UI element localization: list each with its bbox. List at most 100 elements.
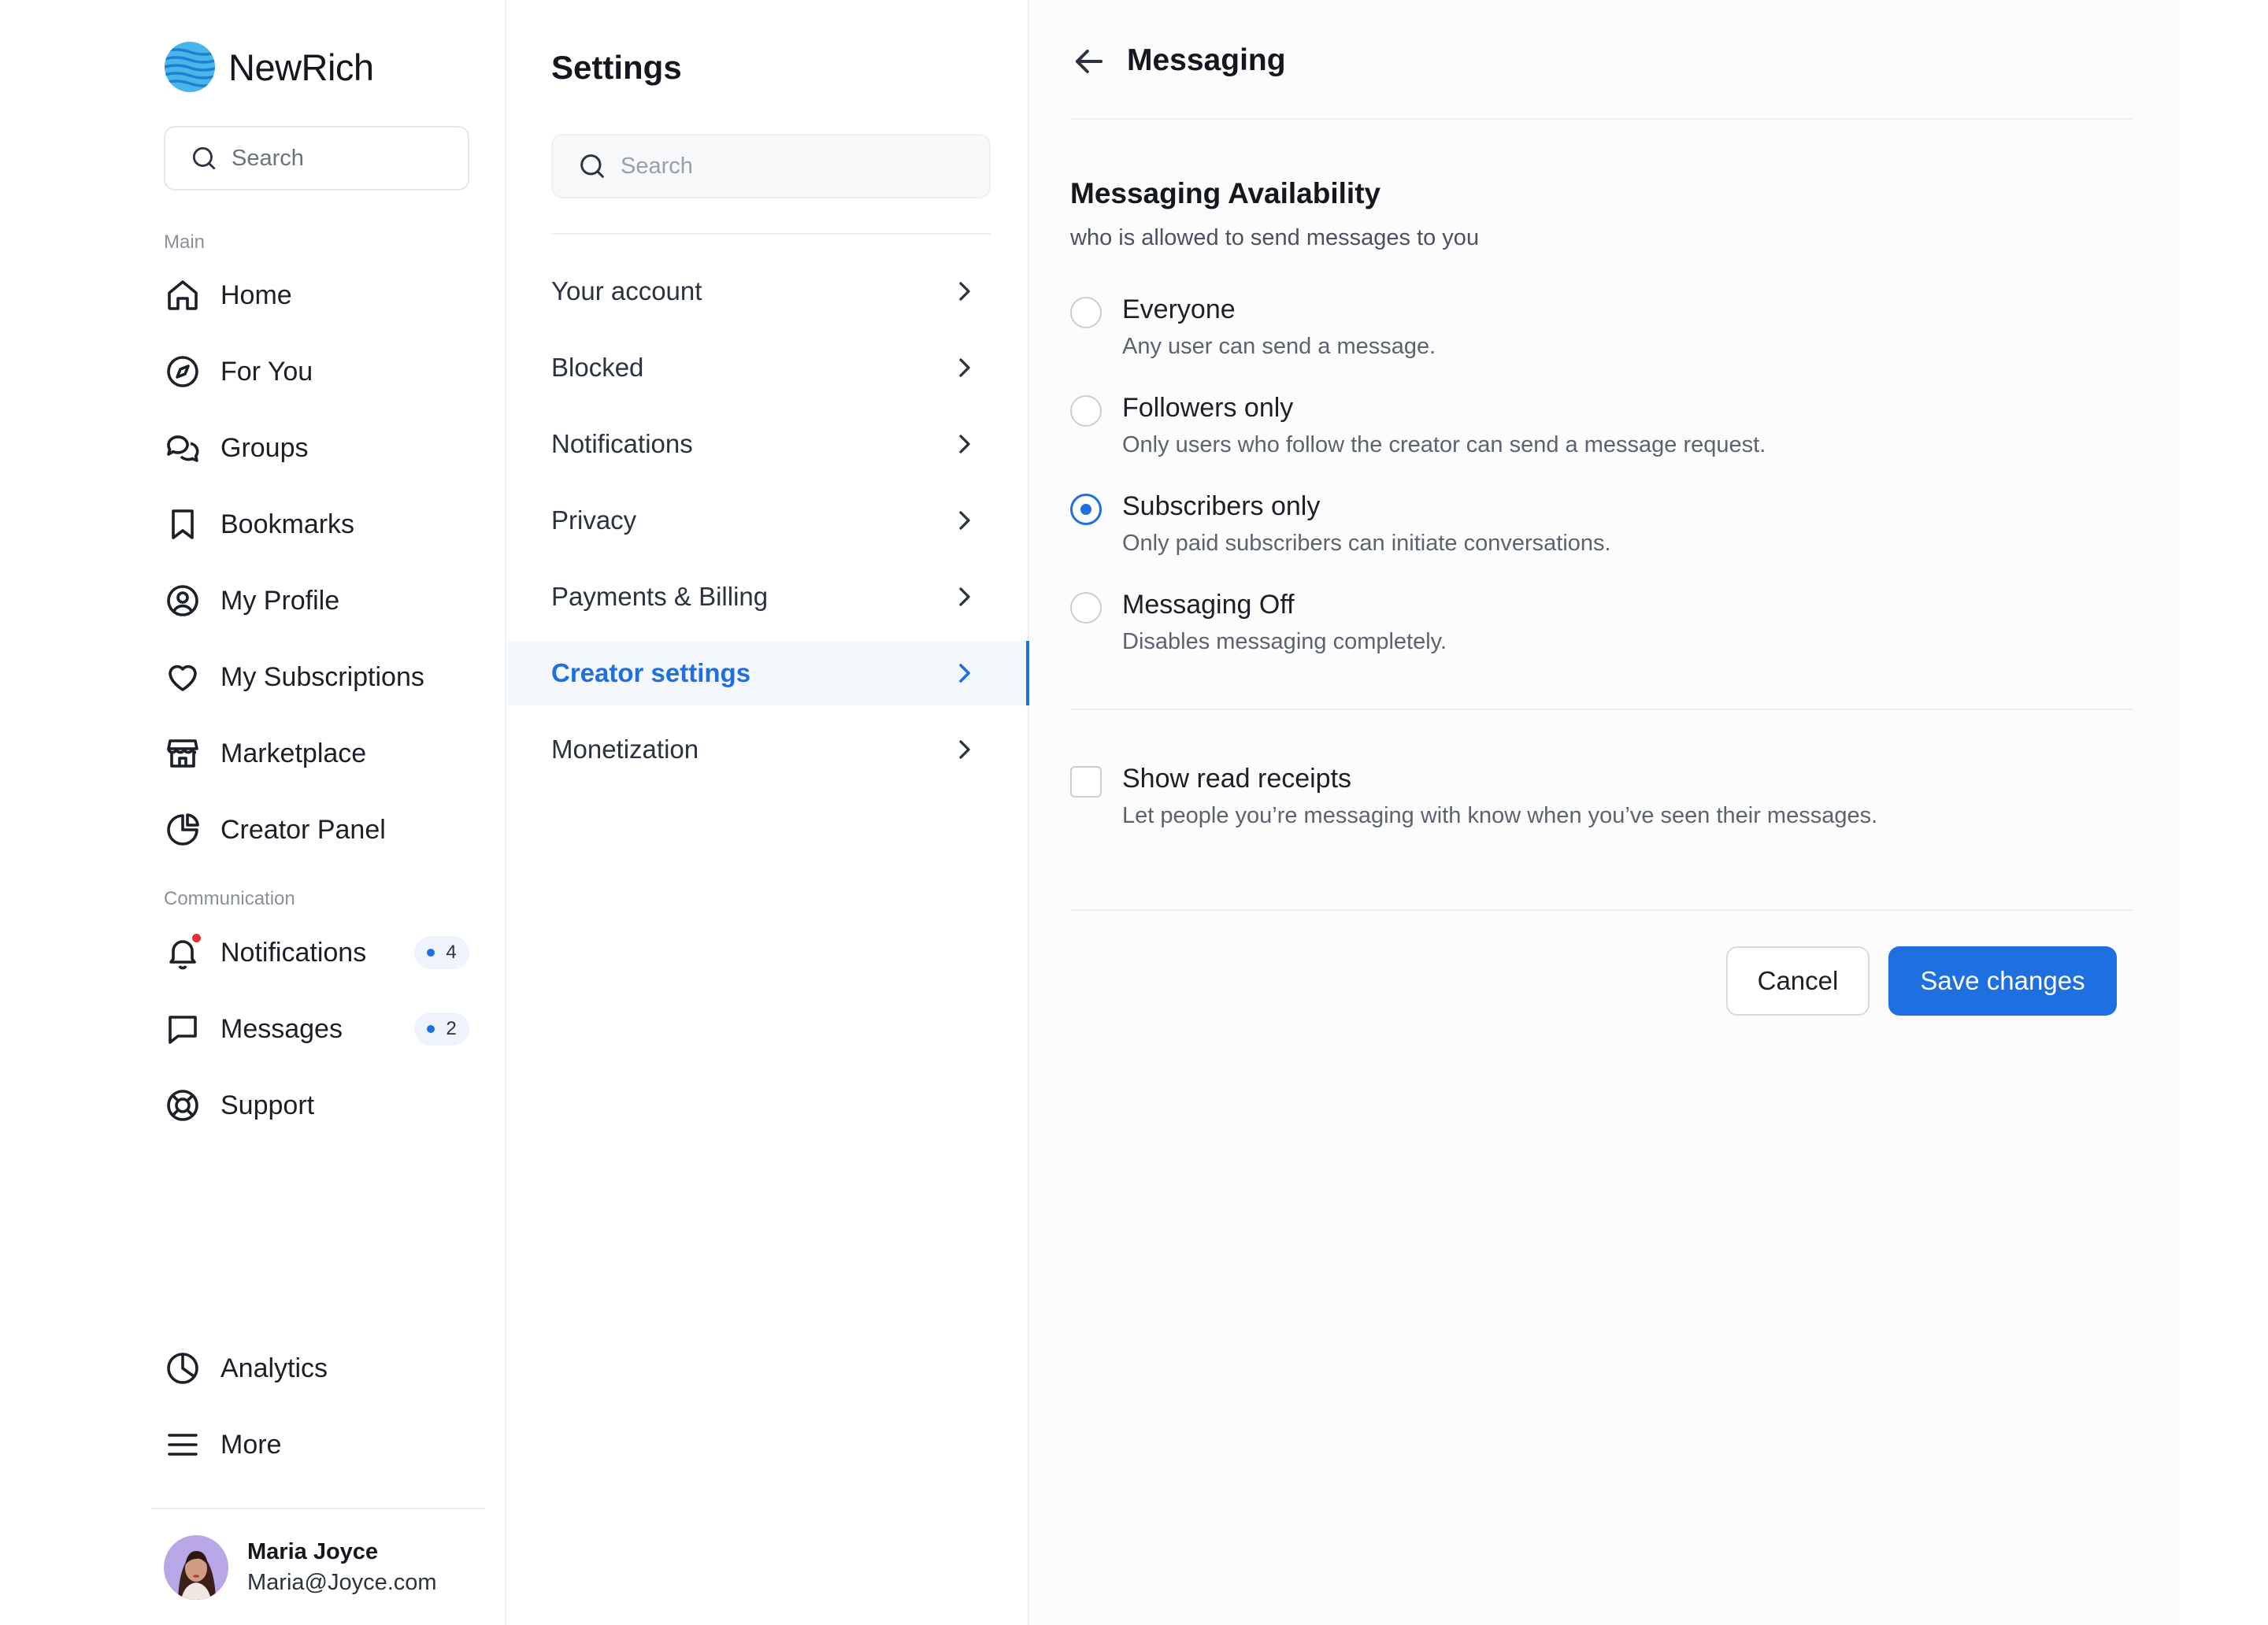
- sidebar: NewRich Search Main Home For You Groups: [0, 0, 506, 1625]
- option-description: Only users who follow the creator can se…: [1122, 432, 1766, 457]
- badge-dot: [427, 949, 435, 957]
- chevron-right-icon: [959, 358, 970, 377]
- sidebar-item-for-you[interactable]: For You: [164, 344, 469, 399]
- radio-button[interactable]: [1070, 297, 1102, 328]
- settings-item-label: Privacy: [551, 505, 637, 535]
- home-icon: [164, 276, 202, 314]
- cancel-button[interactable]: Cancel: [1726, 946, 1870, 1016]
- count-badge: 4: [414, 936, 469, 969]
- sidebar-item-bookmarks[interactable]: Bookmarks: [164, 497, 469, 552]
- unread-dot: [192, 934, 201, 942]
- user-circle-icon: [164, 582, 202, 620]
- settings-item-label: Blocked: [551, 353, 644, 382]
- bell-icon: [164, 934, 202, 972]
- sidebar-item-home[interactable]: Home: [164, 268, 469, 323]
- sidebar-item-label: My Profile: [220, 585, 340, 616]
- lifebuoy-icon: [164, 1086, 202, 1124]
- sidebar-item-marketplace[interactable]: Marketplace: [164, 726, 469, 781]
- settings-item-label: Your account: [551, 276, 702, 305]
- clock-chart-icon: [164, 1349, 202, 1387]
- sidebar-item-label: My Subscriptions: [220, 661, 424, 692]
- option-everyone[interactable]: Everyone Any user can send a message.: [1070, 294, 2094, 365]
- sidebar-item-my-profile[interactable]: My Profile: [164, 573, 469, 628]
- user-name: Maria Joyce: [247, 1539, 379, 1564]
- sidebar-item-analytics[interactable]: Analytics: [164, 1341, 469, 1396]
- user-email: Maria@Joyce.com: [247, 1570, 437, 1595]
- user-info: Maria Joyce Maria@Joyce.com: [247, 1539, 437, 1596]
- settings-item-blocked[interactable]: Blocked: [508, 335, 1028, 400]
- settings-divider: [551, 233, 991, 235]
- heart-icon: [164, 658, 202, 696]
- chevron-right-icon: [959, 740, 970, 759]
- sidebar-search-input[interactable]: Search: [164, 126, 469, 191]
- option-label: Messaging Off: [1122, 590, 1295, 620]
- option-description: Only paid subscribers can initiate conve…: [1122, 531, 1611, 556]
- badge-dot: [427, 1025, 435, 1033]
- footer-divider: [1070, 909, 2133, 911]
- settings-search-input[interactable]: Search: [551, 134, 991, 198]
- badge-count: 4: [446, 942, 457, 963]
- settings-item-label: Creator settings: [551, 658, 751, 687]
- chat-bubbles-icon: [164, 429, 202, 467]
- settings-item-your-account[interactable]: Your account: [508, 259, 1028, 324]
- section-label-main: Main: [164, 231, 206, 253]
- sidebar-divider: [151, 1508, 485, 1509]
- app-window: NewRich Search Main Home For You Groups: [0, 0, 2268, 1625]
- header-divider: [1070, 118, 2133, 120]
- sidebar-item-label: Groups: [220, 432, 309, 463]
- sidebar-item-label: More: [220, 1429, 282, 1460]
- sidebar-item-more[interactable]: More: [164, 1417, 469, 1472]
- sidebar-search-placeholder: Search: [232, 145, 304, 171]
- search-icon: [192, 146, 216, 170]
- back-arrow-icon[interactable]: [1069, 41, 1110, 82]
- user-profile-card[interactable]: Maria Joyce Maria@Joyce.com: [164, 1535, 437, 1600]
- sidebar-item-creator-panel[interactable]: Creator Panel: [164, 802, 469, 857]
- avatar: [164, 1535, 228, 1600]
- brand-logo[interactable]: NewRich: [164, 39, 374, 94]
- settings-item-creator-settings[interactable]: Creator settings: [508, 641, 1029, 705]
- sidebar-item-label: Creator Panel: [220, 814, 386, 845]
- page-title: Messaging: [1127, 43, 1286, 77]
- settings-item-privacy[interactable]: Privacy: [508, 488, 1028, 553]
- option-label: Everyone: [1122, 294, 1236, 324]
- sidebar-item-groups[interactable]: Groups: [164, 420, 469, 476]
- chevron-right-icon: [959, 587, 970, 606]
- option-description: Any user can send a message.: [1122, 334, 1436, 359]
- pie-chart-icon: [164, 811, 202, 849]
- sidebar-item-messages[interactable]: Messages 2: [164, 1001, 469, 1057]
- settings-search-placeholder: Search: [621, 153, 693, 179]
- sidebar-item-label: Support: [220, 1090, 315, 1120]
- read-receipts-setting[interactable]: Show read receipts Let people you’re mes…: [1070, 764, 2094, 835]
- option-subscribers-only[interactable]: Subscribers only Only paid subscribers c…: [1070, 491, 2094, 562]
- sidebar-item-notifications[interactable]: Notifications 4: [164, 925, 469, 980]
- badge-count: 2: [446, 1018, 457, 1039]
- message-square-icon: [164, 1010, 202, 1048]
- settings-item-monetization[interactable]: Monetization: [508, 717, 1028, 782]
- chevron-right-icon: [959, 435, 970, 453]
- sidebar-item-label: Bookmarks: [220, 509, 355, 539]
- sidebar-item-label: For You: [220, 356, 313, 387]
- section-divider: [1070, 709, 2133, 710]
- compass-icon: [164, 353, 202, 391]
- sidebar-item-support[interactable]: Support: [164, 1078, 469, 1133]
- chevron-right-icon: [959, 511, 970, 530]
- option-messaging-off[interactable]: Messaging Off Disables messaging complet…: [1070, 590, 2094, 661]
- settings-item-notifications[interactable]: Notifications: [508, 412, 1028, 476]
- sidebar-item-label: Messages: [220, 1013, 343, 1044]
- section-title: Messaging Availability: [1070, 177, 1381, 209]
- logo-icon: [165, 42, 215, 92]
- settings-panel: Settings Search Your account Blocked Not…: [508, 0, 1029, 1625]
- chevron-right-icon: [959, 664, 970, 683]
- radio-button[interactable]: [1070, 592, 1102, 624]
- save-changes-button[interactable]: Save changes: [1888, 946, 2117, 1016]
- option-followers-only[interactable]: Followers only Only users who follow the…: [1070, 393, 2094, 464]
- bookmark-icon: [164, 505, 202, 543]
- radio-button[interactable]: [1070, 395, 1102, 427]
- read-receipts-checkbox[interactable]: [1070, 766, 1102, 798]
- sidebar-item-my-subscriptions[interactable]: My Subscriptions: [164, 650, 469, 705]
- count-badge: 2: [414, 1012, 469, 1046]
- settings-item-payments-billing[interactable]: Payments & Billing: [508, 564, 1028, 629]
- option-label: Followers only: [1122, 393, 1294, 423]
- radio-button-selected[interactable]: [1070, 494, 1102, 525]
- option-description: Let people you’re messaging with know wh…: [1122, 803, 1878, 828]
